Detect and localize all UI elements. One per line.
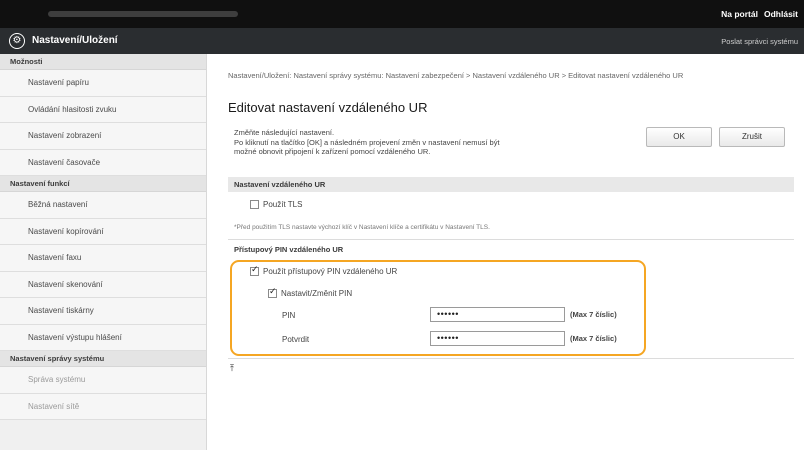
ok-button[interactable]: OK bbox=[646, 127, 712, 147]
back-to-top-icon[interactable]: ⤒ bbox=[230, 364, 234, 374]
sidebar-item-copy[interactable]: Nastavení kopírování bbox=[0, 218, 206, 245]
product-name-blurred bbox=[48, 11, 238, 17]
sidebar-item-common[interactable]: Běžná nastavení bbox=[0, 192, 206, 219]
sidebar-item-system-management[interactable]: Správa systému bbox=[0, 367, 206, 394]
page-title: Editovat nastavení vzdáleného UR bbox=[228, 100, 428, 115]
top-bar: Na portál Odhlásit bbox=[0, 0, 804, 28]
sidebar-item-network[interactable]: Nastavení sítě bbox=[0, 393, 206, 420]
sidebar-heading: Možnosti bbox=[0, 54, 206, 70]
sidebar-item-paper-settings[interactable]: Nastavení papíru bbox=[0, 70, 206, 97]
sidebar-item-volume[interactable]: Ovládání hlasitosti zvuku bbox=[0, 96, 206, 123]
pin-input[interactable]: •••••• bbox=[430, 307, 565, 322]
breadcrumb: Nastavení/Uložení: Nastavení správy syst… bbox=[228, 71, 684, 80]
confirm-hint: (Max 7 číslic) bbox=[570, 334, 617, 343]
mail-admin-link[interactable]: Poslat správci systému bbox=[721, 37, 798, 46]
page-header: ⚙ Nastavení/Uložení Poslat správci systé… bbox=[0, 28, 804, 54]
top-links: Na portál Odhlásit bbox=[715, 9, 798, 19]
use-tls-label: Použít TLS bbox=[263, 200, 303, 209]
set-pin-label: Nastavit/Změnit PIN bbox=[281, 289, 353, 298]
description-line: Změňte následující nastavení. bbox=[234, 128, 335, 137]
checkbox-box[interactable] bbox=[250, 265, 259, 276]
logout-link[interactable]: Odhlásit bbox=[764, 9, 798, 19]
use-tls-checkbox[interactable]: Použít TLS bbox=[250, 200, 302, 209]
sidebar-item-timer[interactable]: Nastavení časovače bbox=[0, 149, 206, 176]
use-pin-label: Použít přístupový PIN vzdáleného UR bbox=[263, 267, 398, 276]
sidebar-item-scan[interactable]: Nastavení skenování bbox=[0, 271, 206, 298]
divider bbox=[228, 358, 794, 359]
settings-gear-icon: ⚙ bbox=[9, 33, 25, 49]
sidebar-item-fax[interactable]: Nastavení faxu bbox=[0, 245, 206, 272]
sidebar-item-display[interactable]: Nastavení zobrazení bbox=[0, 123, 206, 150]
sidebar-item-report-output[interactable]: Nastavení výstupu hlášení bbox=[0, 324, 206, 351]
portal-link[interactable]: Na portál bbox=[721, 9, 758, 19]
sidebar-heading: Nastavení správy systému bbox=[0, 351, 206, 367]
description: Změňte následující nastavení. Po kliknut… bbox=[234, 128, 614, 157]
sidebar: Možnosti Nastavení papíru Ovládání hlasi… bbox=[0, 54, 207, 450]
divider bbox=[228, 239, 794, 240]
cancel-button[interactable]: Zrušit bbox=[719, 127, 785, 147]
sidebar-heading: Nastavení funkcí bbox=[0, 176, 206, 192]
pin-label: PIN bbox=[282, 311, 296, 320]
set-pin-checkbox[interactable]: Nastavit/Změnit PIN bbox=[268, 287, 353, 298]
checkbox-box[interactable] bbox=[250, 200, 259, 209]
confirm-pin-input[interactable]: •••••• bbox=[430, 331, 565, 346]
confirm-label: Potvrdit bbox=[282, 335, 310, 344]
sidebar-item-printer[interactable]: Nastavení tiskárny bbox=[0, 298, 206, 325]
use-pin-checkbox[interactable]: Použít přístupový PIN vzdáleného UR bbox=[250, 265, 398, 276]
description-line: možné obnovit připojení k zařízení pomoc… bbox=[234, 147, 431, 156]
tls-note: *Před použitím TLS nastavte výchozí klíč… bbox=[234, 224, 490, 231]
checkbox-box[interactable] bbox=[268, 287, 277, 298]
pin-hint: (Max 7 číslic) bbox=[570, 310, 617, 319]
pin-subsection-title: Přístupový PIN vzdáleného UR bbox=[234, 245, 344, 254]
section-remote-ui-settings: Nastavení vzdáleného UR bbox=[228, 177, 794, 192]
header-title: Nastavení/Uložení bbox=[32, 35, 118, 46]
description-line: Po kliknutí na tlačítko [OK] a následném… bbox=[234, 137, 500, 147]
